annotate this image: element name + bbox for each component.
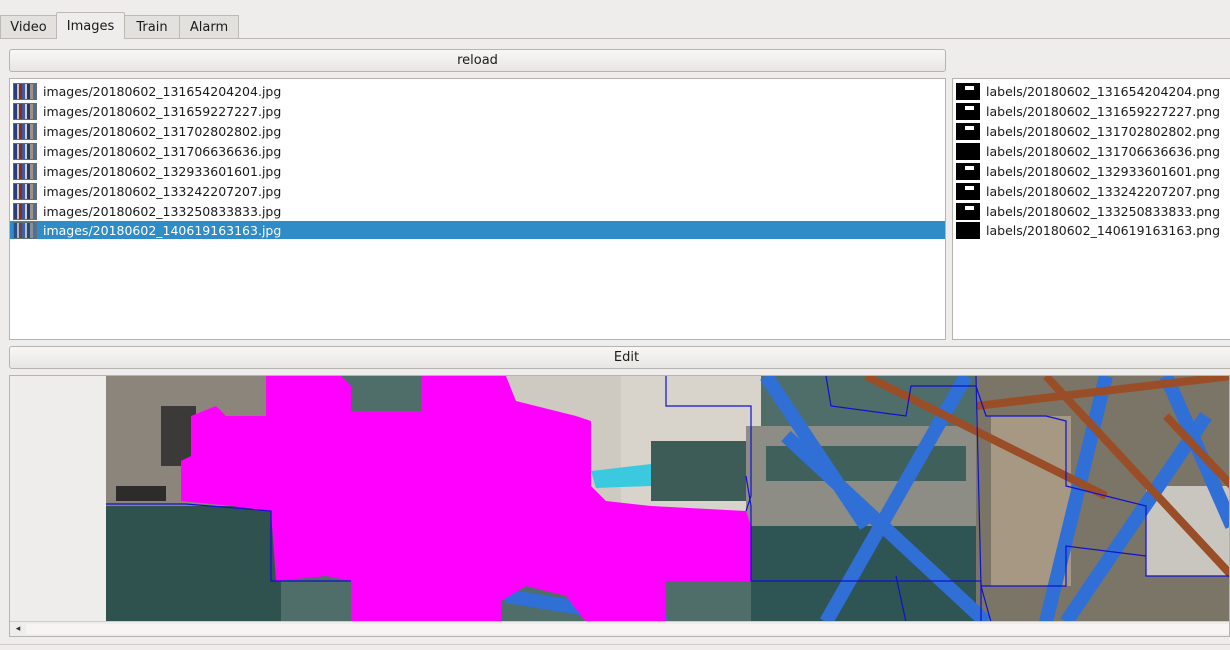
image-list-item[interactable]: images/20180602_133242207207.jpg xyxy=(10,181,945,201)
scroll-track[interactable] xyxy=(26,624,1229,634)
segmentation-canvas[interactable] xyxy=(106,376,1230,622)
label-mask-icon xyxy=(956,221,980,239)
reload-button[interactable]: reload xyxy=(9,49,946,72)
label-list-item[interactable]: labels/20180602_131659227227.png xyxy=(953,101,1230,121)
tab-images-label: Images xyxy=(66,18,115,34)
label-mask-icon xyxy=(956,142,980,160)
reload-button-label: reload xyxy=(457,53,498,68)
image-list-item[interactable]: images/20180602_132933601601.jpg xyxy=(10,161,945,181)
tab-video[interactable]: Video xyxy=(0,15,57,38)
tab-images[interactable]: Images xyxy=(56,12,125,39)
label-list-item[interactable]: labels/20180602_140619163163.png xyxy=(953,221,1230,239)
tab-train-label: Train xyxy=(136,19,168,35)
label-filename: labels/20180602_131702802802.png xyxy=(986,123,1221,139)
label-list-item[interactable]: labels/20180602_131702802802.png xyxy=(953,121,1230,141)
label-mask-icon xyxy=(956,82,980,100)
image-filename: images/20180602_132933601601.jpg xyxy=(43,163,282,179)
label-mask-icon xyxy=(956,162,980,180)
photo-floor xyxy=(106,506,281,622)
image-thumbnail-icon xyxy=(13,162,37,180)
image-filename: images/20180602_131706636636.jpg xyxy=(43,143,282,159)
horizontal-scrollbar[interactable]: ◂ xyxy=(10,621,1229,636)
label-filename: labels/20180602_140619163163.png xyxy=(986,222,1221,238)
edit-button-label: Edit xyxy=(613,350,640,365)
app-window: Video Images Train Alarm reload images/2… xyxy=(0,0,1230,650)
scroll-left-glyph: ◂ xyxy=(15,624,21,634)
image-filename: images/20180602_133242207207.jpg xyxy=(43,183,282,199)
tab-train[interactable]: Train xyxy=(124,15,180,38)
label-mask-icon xyxy=(956,182,980,200)
photo-box xyxy=(116,486,166,501)
image-filename: images/20180602_131659227227.jpg xyxy=(43,103,282,119)
image-list-item[interactable]: images/20180602_131702802802.jpg xyxy=(10,121,945,141)
label-filename: labels/20180602_133242207207.png xyxy=(986,183,1221,199)
label-filename: labels/20180602_131659227227.png xyxy=(986,103,1221,119)
image-list-item[interactable]: images/20180602_131659227227.jpg xyxy=(10,101,945,121)
label-list-item[interactable]: labels/20180602_133242207207.png xyxy=(953,181,1230,201)
label-filename: labels/20180602_132933601601.png xyxy=(986,163,1221,179)
label-list-item[interactable]: labels/20180602_131706636636.png xyxy=(953,141,1230,161)
label-list-item[interactable]: labels/20180602_131654204204.png xyxy=(953,81,1230,101)
image-thumbnail-icon xyxy=(13,82,37,100)
tab-divider xyxy=(0,38,1230,39)
image-list-item[interactable]: images/20180602_133250833833.jpg xyxy=(10,201,945,221)
status-bar xyxy=(0,644,1230,650)
image-thumbnail-icon xyxy=(13,182,37,200)
label-filename: labels/20180602_133250833833.png xyxy=(986,203,1221,219)
label-mask-icon xyxy=(956,122,980,140)
label-mask-icon xyxy=(956,202,980,220)
label-list[interactable]: labels/20180602_131654204204.png labels/… xyxy=(952,78,1230,340)
photo-window xyxy=(651,441,761,501)
image-filename: images/20180602_140619163163.jpg xyxy=(43,222,282,238)
label-filename: labels/20180602_131654204204.png xyxy=(986,83,1221,99)
label-filename: labels/20180602_131706636636.png xyxy=(986,143,1221,159)
image-thumbnail-icon xyxy=(13,122,37,140)
image-filename: images/20180602_131702802802.jpg xyxy=(43,123,282,139)
scroll-left-icon[interactable]: ◂ xyxy=(12,623,24,635)
image-thumbnail-icon xyxy=(13,221,37,239)
label-list-item[interactable]: labels/20180602_132933601601.png xyxy=(953,161,1230,181)
label-list-item[interactable]: labels/20180602_133250833833.png xyxy=(953,201,1230,221)
label-mask-icon xyxy=(956,102,980,120)
tab-bar: Video Images Train Alarm xyxy=(0,0,1230,39)
tab-alarm-label: Alarm xyxy=(189,19,229,35)
image-list[interactable]: images/20180602_131654204204.jpg images/… xyxy=(9,78,946,340)
tab-video-label: Video xyxy=(10,19,47,35)
image-filename: images/20180602_133250833833.jpg xyxy=(43,203,282,219)
image-list-item[interactable]: images/20180602_131654204204.jpg xyxy=(10,81,945,101)
image-thumbnail-icon xyxy=(13,142,37,160)
image-list-item[interactable]: images/20180602_131706636636.jpg xyxy=(10,141,945,161)
image-list-item-selected[interactable]: images/20180602_140619163163.jpg xyxy=(10,221,945,239)
tab-alarm[interactable]: Alarm xyxy=(179,15,239,38)
edit-button[interactable]: Edit xyxy=(9,346,1230,369)
image-filename: images/20180602_131654204204.jpg xyxy=(43,83,282,99)
image-thumbnail-icon xyxy=(13,102,37,120)
image-thumbnail-icon xyxy=(13,202,37,220)
image-viewer[interactable]: ◂ xyxy=(9,375,1230,637)
